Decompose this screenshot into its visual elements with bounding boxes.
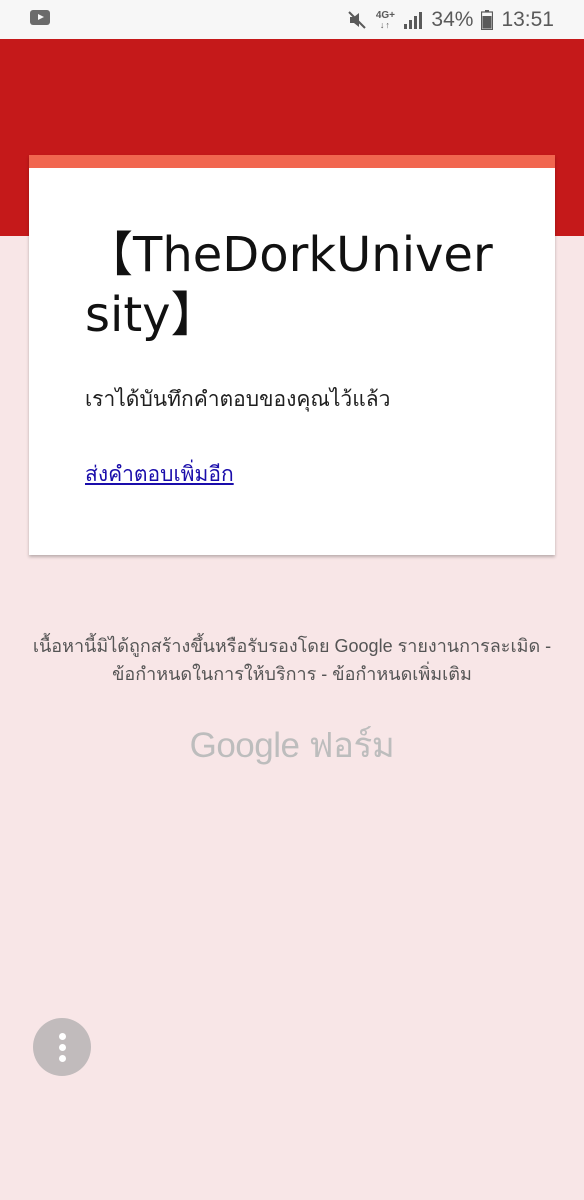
battery-percent: 34% (431, 8, 474, 31)
status-bar: 4G+ ↓↑ 34% 13:51 (0, 0, 584, 39)
battery-icon (481, 10, 494, 30)
more-vert-icon-dot (58, 1043, 66, 1051)
network-type: 4G+ (375, 9, 395, 21)
status-left (30, 10, 50, 25)
google-forms-logo: Google ฟอร์ม (189, 726, 395, 765)
mute-icon (347, 10, 367, 30)
signal-icon (403, 11, 423, 29)
data-arrows-icon: ↓↑ (379, 19, 391, 30)
form-title: 【TheDorkUniversity】 (85, 227, 493, 343)
footer-disclaimer: เนื้อหานี้มิได้ถูกสร้างขึ้นหรือรับรองโดย… (32, 636, 552, 684)
network-indicator: 4G+ ↓↑ (375, 9, 395, 30)
clock: 13:51 (501, 8, 554, 31)
response-card: 【TheDorkUniversity】 เราได้บันทึกคำตอบของ… (29, 155, 555, 555)
more-vert-icon (58, 1032, 66, 1040)
submit-another-link[interactable]: ส่งคำตอบเพิ่มอีก (85, 458, 234, 491)
more-vert-icon-dot (58, 1054, 66, 1062)
youtube-icon (30, 10, 50, 25)
card-accent-bar (29, 155, 555, 168)
more-options-button[interactable] (33, 1018, 91, 1076)
status-right: 4G+ ↓↑ 34% 13:51 (347, 6, 554, 34)
confirmation-message: เราได้บันทึกคำตอบของคุณไว้แล้ว (85, 387, 391, 411)
